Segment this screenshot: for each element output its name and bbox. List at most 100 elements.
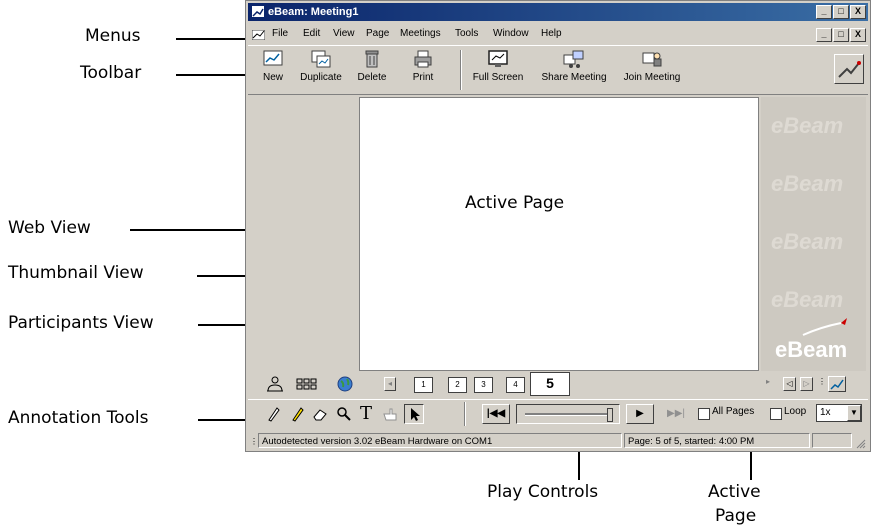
callout-thumbnail-view: Thumbnail View <box>8 263 144 283</box>
new-button[interactable]: New <box>258 49 288 83</box>
watermark-3: eBeam <box>771 229 844 254</box>
delete-button[interactable]: Delete <box>354 49 390 83</box>
playback-slider[interactable] <box>516 404 620 424</box>
all-pages-label: All Pages <box>712 406 755 417</box>
duplicate-icon <box>311 50 331 68</box>
select-tool-button[interactable] <box>404 404 424 424</box>
loop-checkbox[interactable] <box>770 408 782 420</box>
view-nav-row: ◂ 1 2 3 4 5 ▸ ◁ ▷ ⋮ <box>248 372 868 396</box>
next-page-button[interactable]: ▷ <box>800 377 813 391</box>
toolbar-separator <box>460 50 462 90</box>
duplicate-button[interactable]: Duplicate <box>296 49 346 83</box>
callout-web-view: Web View <box>8 218 91 238</box>
eraser-tool-icon[interactable] <box>312 407 328 421</box>
callout-active-page-1: Active <box>708 482 761 502</box>
status-grip-icon: ⋮ <box>250 437 258 446</box>
ebeam-logo-icon <box>838 61 861 78</box>
speed-select-value: 1x <box>820 407 831 418</box>
full-screen-button[interactable]: Full Screen <box>470 49 526 83</box>
printer-icon <box>414 50 432 68</box>
page-scroll-left-button[interactable]: ◂ <box>384 377 396 391</box>
print-button[interactable]: Print <box>408 49 438 83</box>
status-empty-panel <box>812 433 852 448</box>
share-meeting-icon <box>563 50 584 68</box>
menu-page[interactable]: Page <box>366 25 389 43</box>
rewind-button[interactable]: |◀◀ <box>482 404 510 424</box>
pen-tool-icon[interactable] <box>266 406 280 422</box>
grip-icon: ⋮ <box>818 377 826 386</box>
page-scroll-right-arrow[interactable]: ▸ <box>766 377 770 386</box>
menu-help[interactable]: Help <box>541 25 562 43</box>
doc-close-button[interactable]: X <box>850 28 866 42</box>
page-tab-3[interactable]: 3 <box>474 377 493 393</box>
resize-grip-icon[interactable] <box>854 437 866 449</box>
slider-thumb[interactable] <box>607 408 613 422</box>
watermark-4: eBeam <box>771 287 844 312</box>
callout-menus: Menus <box>85 26 141 46</box>
brand-logo: eBeam <box>775 337 848 362</box>
zoom-tool-icon[interactable] <box>336 406 352 422</box>
menu-tools[interactable]: Tools <box>455 25 478 43</box>
text-tool-icon[interactable]: T <box>360 403 372 424</box>
join-meeting-icon <box>642 52 662 67</box>
callout-play-controls: Play Controls <box>487 482 599 502</box>
page-tab-active[interactable]: 5 <box>530 372 570 396</box>
thumbnail-view-icon[interactable] <box>296 377 318 391</box>
menu-meetings[interactable]: Meetings <box>400 25 441 43</box>
ebeam-pen-icon <box>830 379 844 390</box>
title-bar[interactable]: eBeam: Meeting1 _ □ X <box>248 3 868 21</box>
doc-minimize-button[interactable]: _ <box>816 28 832 42</box>
speed-select[interactable]: 1x ▼ <box>816 404 862 422</box>
pen-mode-button[interactable] <box>828 376 846 392</box>
menu-file[interactable]: File <box>272 25 288 43</box>
join-meeting-button[interactable]: Join Meeting <box>620 49 684 83</box>
share-meeting-button[interactable]: Share Meeting <box>536 49 612 83</box>
leader-toolbar <box>176 74 256 76</box>
chevron-down-icon[interactable]: ▼ <box>847 405 861 421</box>
active-page-canvas[interactable]: Active Page <box>359 97 759 371</box>
doc-icon <box>251 29 266 41</box>
callout-annotation-tools: Annotation Tools <box>8 408 149 428</box>
minimize-button[interactable]: _ <box>816 5 832 19</box>
highlighter-tool-icon[interactable] <box>290 406 304 422</box>
monitor-icon <box>488 50 508 67</box>
menu-view[interactable]: View <box>333 25 355 43</box>
callout-toolbar: Toolbar <box>80 63 142 83</box>
menu-bar: File Edit View Page Meetings Tools Windo… <box>248 25 868 43</box>
menu-window[interactable]: Window <box>493 25 529 43</box>
close-button[interactable]: X <box>850 5 866 19</box>
participants-view-icon[interactable] <box>264 375 286 393</box>
brand-swoosh-icon <box>802 318 847 336</box>
watermark-2: eBeam <box>771 171 844 196</box>
status-message: Autodetected version 3.02 eBeam Hardware… <box>258 433 622 448</box>
maximize-button[interactable]: □ <box>833 5 849 19</box>
new-icon <box>263 50 283 66</box>
brand-pane: eBeam eBeam eBeam eBeam eBeam <box>761 97 866 371</box>
app-icon <box>252 6 264 17</box>
arrow-cursor-icon <box>411 408 420 421</box>
doc-restore-button[interactable]: □ <box>833 28 849 42</box>
prev-page-button[interactable]: ◁ <box>783 377 796 391</box>
pointer-hand-tool-icon[interactable] <box>382 406 398 422</box>
fast-forward-button[interactable]: ▶▶| <box>662 404 690 424</box>
canvas-label: Active Page <box>465 193 565 213</box>
web-view-icon[interactable] <box>337 376 353 392</box>
ebeam-logo-button[interactable] <box>834 54 864 84</box>
loop-label: Loop <box>784 406 807 417</box>
status-page-info: Page: 5 of 5, started: 4:00 PM <box>624 433 810 448</box>
slider-track <box>525 413 607 416</box>
status-bar: ⋮ Autodetected version 3.02 eBeam Hardwa… <box>248 432 868 450</box>
callout-participants-view: Participants View <box>8 313 154 333</box>
trash-icon <box>365 50 379 68</box>
play-button[interactable]: ▶ <box>626 404 654 424</box>
all-pages-checkbox[interactable] <box>698 408 710 420</box>
menu-edit[interactable]: Edit <box>303 25 320 43</box>
window-title: eBeam: Meeting1 <box>268 6 359 18</box>
annotation-toolbar: T |◀◀ ▶ ▶▶| All Pages Loop 1x ▼ <box>248 399 868 430</box>
page-tab-2[interactable]: 2 <box>448 377 467 393</box>
page-tab-1[interactable]: 1 <box>414 377 433 393</box>
page-tab-4[interactable]: 4 <box>506 377 525 393</box>
anno-separator <box>464 402 466 426</box>
callout-active-page-2: Page <box>715 506 757 526</box>
app-window: eBeam: Meeting1 _ □ X File Edit View Pag… <box>245 0 871 452</box>
